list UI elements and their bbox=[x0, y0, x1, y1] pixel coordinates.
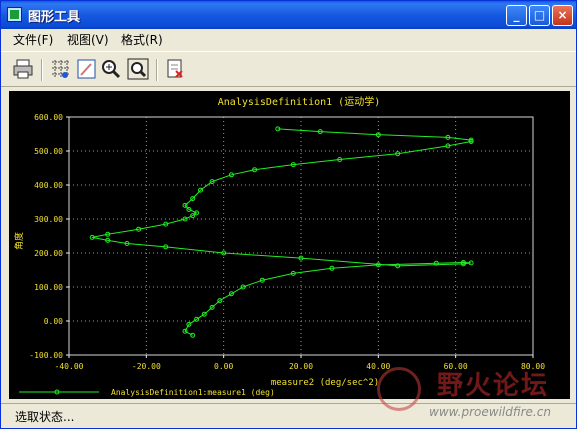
grid-icon[interactable] bbox=[49, 57, 73, 81]
chart-y-axis-label: 角度 bbox=[13, 232, 25, 250]
print-icon[interactable] bbox=[11, 57, 35, 81]
menu-bar: 文件(F) 视图(V) 格式(R) bbox=[1, 29, 576, 49]
export-icon[interactable] bbox=[163, 57, 187, 81]
y-tick-label: -100.00 bbox=[29, 351, 63, 360]
toolbar bbox=[1, 51, 576, 87]
zoom-fit-icon[interactable] bbox=[126, 57, 150, 81]
y-tick-label: 200.00 bbox=[34, 249, 63, 258]
chart-x-axis-label: measure2 (deg/sec^2) bbox=[271, 378, 379, 388]
menu-view[interactable]: 视图(V) bbox=[67, 31, 109, 48]
y-tick-label: 300.00 bbox=[34, 215, 63, 224]
x-tick-label: 0.00 bbox=[214, 362, 233, 371]
x-tick-label: 60.00 bbox=[444, 362, 468, 371]
graph-tool-window: 图形工具 _ □ × 文件(F) 视图(V) 格式(R) AnalysisDef… bbox=[0, 0, 577, 429]
app-icon bbox=[7, 7, 22, 22]
x-tick-label: 40.00 bbox=[366, 362, 390, 371]
status-bar: 选取状态... bbox=[1, 403, 576, 425]
x-tick-label: 20.00 bbox=[289, 362, 313, 371]
menu-format[interactable]: 格式(R) bbox=[121, 31, 163, 48]
edit-icon[interactable] bbox=[75, 57, 99, 81]
legend-label: AnalysisDefinition1:measure1 (deg) bbox=[111, 388, 275, 397]
x-tick-label: -20.00 bbox=[132, 362, 161, 371]
minimize-button[interactable]: _ bbox=[506, 5, 527, 26]
title-bar[interactable]: 图形工具 _ □ × bbox=[1, 1, 576, 29]
x-tick-label: -40.00 bbox=[55, 362, 84, 371]
chart-svg[interactable]: AnalysisDefinition1 (运动学) -40.00 -20.00 0.… bbox=[9, 91, 570, 399]
status-text: 选取状态... bbox=[15, 410, 75, 424]
series-line bbox=[92, 128, 472, 336]
toolbar-separator bbox=[41, 59, 43, 81]
toolbar-separator bbox=[156, 59, 158, 81]
chart-panel[interactable]: AnalysisDefinition1 (运动学) -40.00 -20.00 0.… bbox=[9, 91, 570, 399]
window-title: 图形工具 bbox=[28, 10, 81, 25]
y-tick-label: 100.00 bbox=[34, 283, 63, 292]
y-tick-label: 600.00 bbox=[34, 113, 63, 122]
y-tick-label: 0.00 bbox=[44, 317, 63, 326]
close-button[interactable]: × bbox=[552, 5, 573, 26]
chart-grid bbox=[68, 116, 534, 356]
chart-axes bbox=[68, 116, 534, 356]
maximize-button[interactable]: □ bbox=[529, 5, 550, 26]
x-tick-label: 80.00 bbox=[521, 362, 545, 371]
chart-title: AnalysisDefinition1 (运动学) bbox=[218, 95, 380, 108]
y-tick-label: 400.00 bbox=[34, 181, 63, 190]
chart-legend: AnalysisDefinition1:measure1 (deg) bbox=[19, 388, 275, 397]
y-tick-label: 500.00 bbox=[34, 147, 63, 156]
chart-series bbox=[89, 126, 474, 338]
plot-frame bbox=[68, 116, 534, 356]
zoom-in-icon[interactable] bbox=[99, 57, 123, 81]
menu-file[interactable]: 文件(F) bbox=[13, 31, 53, 48]
